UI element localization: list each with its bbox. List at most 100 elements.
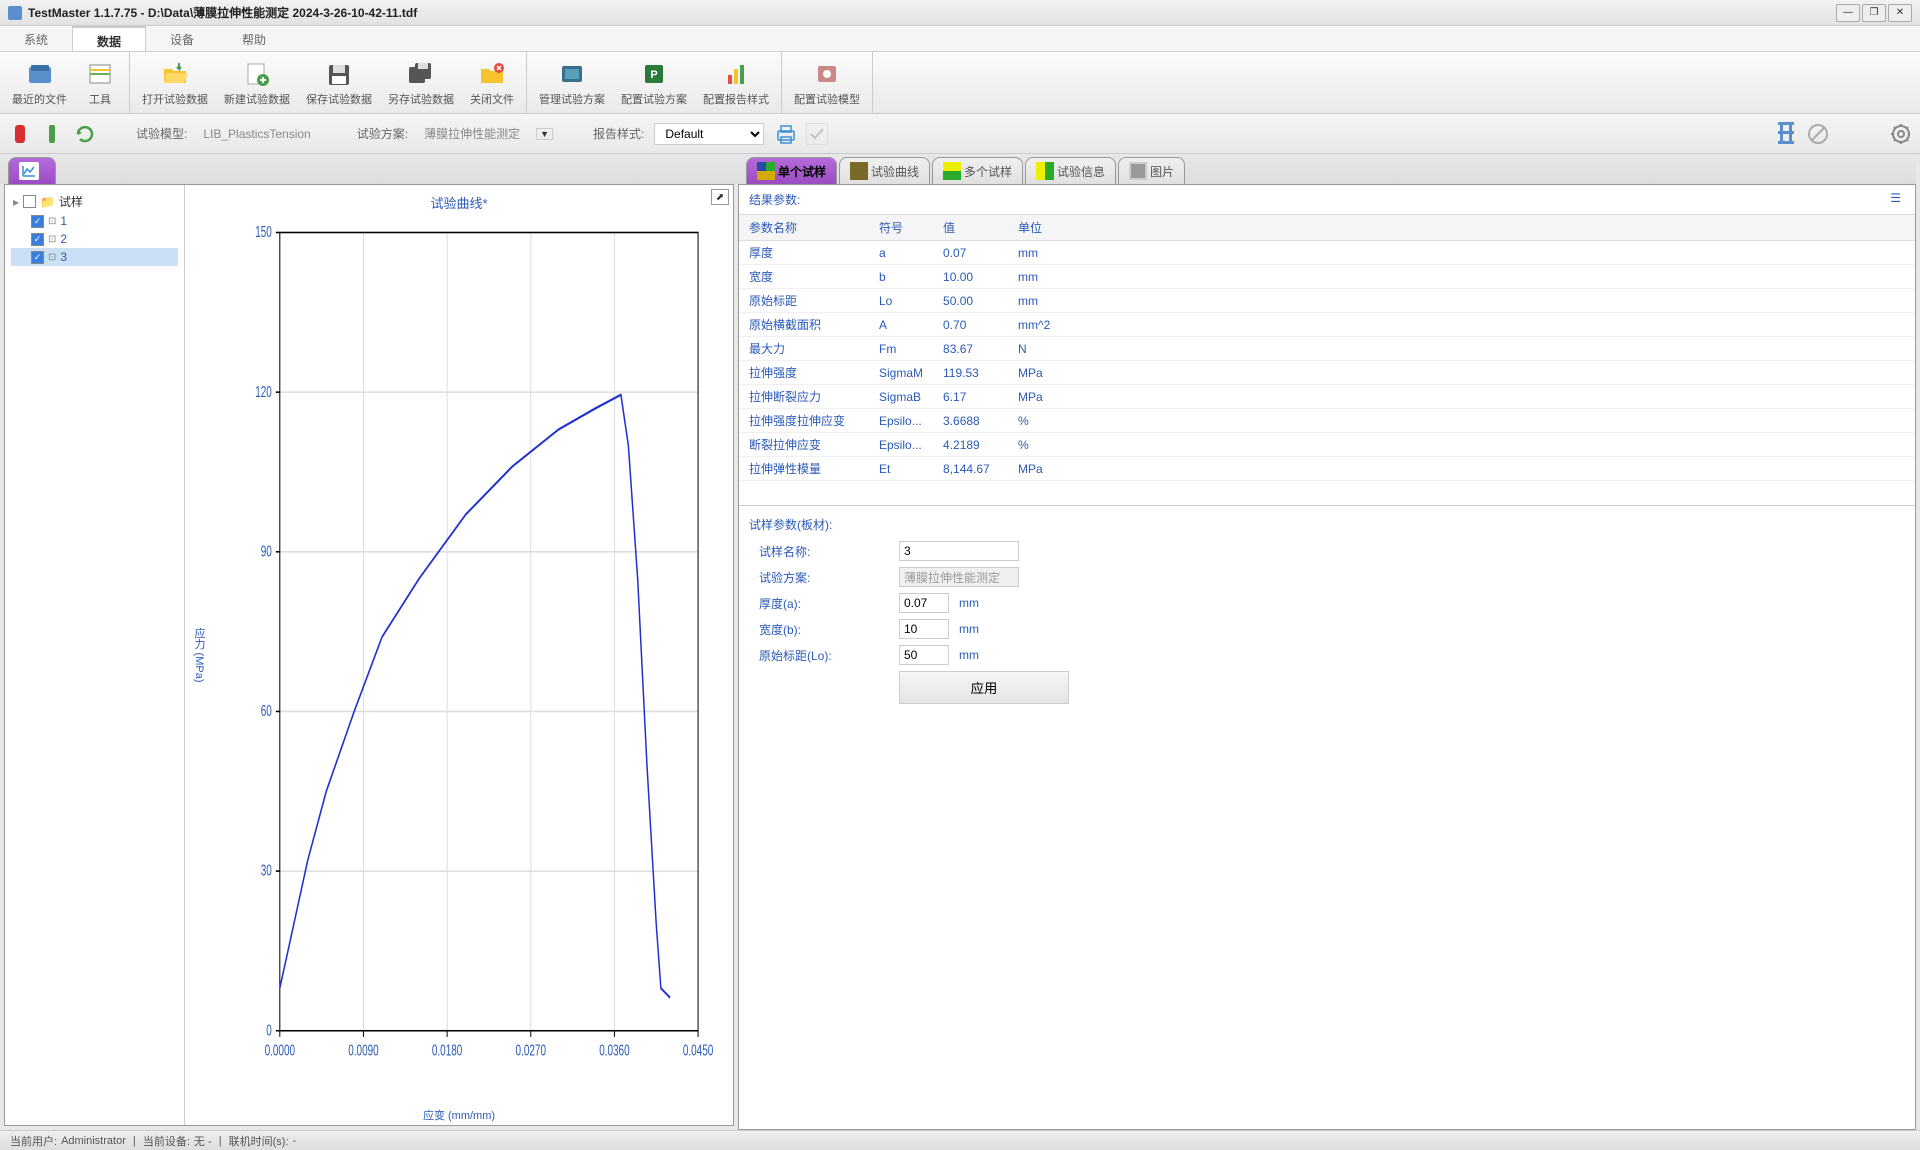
table-row[interactable]: 拉伸断裂应力SigmaB6.17MPa [739, 385, 1915, 409]
col-value[interactable]: 值 [933, 215, 1008, 241]
cell-symbol: SigmaM [869, 361, 933, 385]
settings-gear-icon[interactable] [1888, 123, 1910, 145]
table-row[interactable]: 厚度a0.07mm [739, 241, 1915, 265]
green-marker-icon[interactable] [42, 123, 64, 145]
table-row[interactable]: 最大力Fm83.67N [739, 337, 1915, 361]
cell-unit: N [1008, 337, 1915, 361]
gauge-input[interactable] [899, 645, 949, 665]
cell-symbol: SigmaB [869, 385, 933, 409]
tab-test-info[interactable]: 试验信息 [1025, 157, 1116, 184]
col-symbol[interactable]: 符号 [869, 215, 933, 241]
cell-name: 拉伸弹性模量 [739, 457, 869, 481]
apply-button[interactable]: 应用 [899, 671, 1069, 704]
x-axis-label: 应变 (mm/mm) [423, 1107, 495, 1123]
tree-item-2[interactable]: ✓ ⊡ 2 [11, 230, 178, 248]
save-data-button[interactable]: 保存试验数据 [298, 52, 380, 113]
table-row[interactable]: 宽度b10.00mm [739, 265, 1915, 289]
chart-area[interactable]: 0.00000.00900.01800.02700.03600.04500306… [235, 217, 713, 1085]
cell-name: 断裂拉伸应变 [739, 433, 869, 457]
col-name[interactable]: 参数名称 [739, 215, 869, 241]
open-data-button[interactable]: 打开试验数据 [134, 52, 216, 113]
item-checkbox-3[interactable]: ✓ [31, 251, 44, 264]
close-button[interactable]: ✕ [1888, 4, 1912, 22]
tab-image[interactable]: 图片 [1118, 157, 1185, 184]
col-unit[interactable]: 单位 [1008, 215, 1915, 241]
cell-name: 最大力 [739, 337, 869, 361]
width-unit: mm [959, 622, 979, 636]
right-tabstrip: 单个试样 试验曲线 多个试样 试验信息 图片 [738, 154, 1916, 184]
tab-multi-sample[interactable]: 多个试样 [932, 157, 1023, 184]
item-checkbox-1[interactable]: ✓ [31, 215, 44, 228]
chart-title: 试验曲线* [185, 185, 733, 220]
config-scheme-icon: P [639, 59, 669, 89]
status-user-label: 当前用户: [10, 1133, 57, 1149]
cell-value: 4.2189 [933, 433, 1008, 457]
width-input[interactable] [899, 619, 949, 639]
cell-unit: mm [1008, 265, 1915, 289]
menu-help[interactable]: 帮助 [218, 26, 290, 51]
close-file-button[interactable]: 关闭文件 [462, 52, 522, 113]
new-data-button[interactable]: 新建试验数据 [216, 52, 298, 113]
manage-scheme-button[interactable]: 管理试验方案 [531, 52, 613, 113]
results-menu-button[interactable]: ☰ [1886, 191, 1905, 208]
chart-tab[interactable] [8, 157, 56, 184]
report-label: 报告样式: [593, 125, 644, 142]
minimize-button[interactable]: — [1836, 4, 1860, 22]
recent-files-button[interactable]: 最近的文件 [4, 52, 75, 113]
folder-open-icon [160, 59, 190, 89]
table-row[interactable]: 原始横截面积A0.70mm^2 [739, 313, 1915, 337]
sample-name-input[interactable] [899, 541, 1019, 561]
sample-name-label: 试样名称: [749, 543, 889, 560]
root-checkbox[interactable] [23, 195, 36, 208]
disabled-icon[interactable] [1806, 123, 1828, 145]
tools-button[interactable]: 工具 [75, 52, 125, 113]
folder-close-icon [477, 59, 507, 89]
tree-item-3[interactable]: ✓ ⊡ 3 [11, 248, 178, 266]
report-select[interactable]: Default [654, 123, 764, 145]
red-marker-icon[interactable] [10, 123, 32, 145]
single-sample-icon [757, 162, 775, 180]
status-time-label: 联机时间(s): [229, 1133, 289, 1149]
window-title: TestMaster 1.1.7.75 - D:\Data\薄膜拉伸性能测定 2… [28, 4, 1836, 21]
status-time-value: - [293, 1135, 297, 1147]
maximize-button[interactable]: ❐ [1862, 4, 1886, 22]
chart-pane: 试验曲线* ⬈ 应力 (MPa) 应变 (mm/mm) 0.00000.0090… [185, 185, 733, 1125]
table-row[interactable]: 拉伸强度拉伸应变Epsilo...3.6688% [739, 409, 1915, 433]
tree-root[interactable]: ▸ 📁 试样 [11, 191, 178, 212]
gauge-unit: mm [959, 648, 979, 662]
tab-single-sample[interactable]: 单个试样 [746, 157, 837, 184]
cell-symbol: Epsilo... [869, 409, 933, 433]
saveas-data-button[interactable]: 另存试验数据 [380, 52, 462, 113]
tree-item-1[interactable]: ✓ ⊡ 1 [11, 212, 178, 230]
table-row[interactable]: 原始标距Lo50.00mm [739, 289, 1915, 313]
scheme-dropdown[interactable]: ▼ [536, 128, 553, 140]
menu-device[interactable]: 设备 [146, 26, 218, 51]
config-report-button[interactable]: 配置报告样式 [695, 52, 777, 113]
left-content: ▸ 📁 试样 ✓ ⊡ 1 ✓ ⊡ 2 ✓ ⊡ 3 [4, 184, 734, 1126]
scheme-value: 薄膜拉伸性能测定 [418, 123, 526, 144]
manage-scheme-icon [557, 59, 587, 89]
cell-unit: mm [1008, 289, 1915, 313]
item-checkbox-2[interactable]: ✓ [31, 233, 44, 246]
maximize-chart-button[interactable]: ⬈ [711, 189, 729, 205]
config-model-button[interactable]: 配置试验模型 [786, 52, 868, 113]
table-row[interactable]: 拉伸弹性模量Et8,144.67MPa [739, 457, 1915, 481]
svg-text:0.0360: 0.0360 [599, 1041, 629, 1059]
cell-unit: MPa [1008, 457, 1915, 481]
status-user-value: Administrator [61, 1135, 126, 1147]
check-icon[interactable] [806, 123, 828, 145]
scheme-label: 试验方案: [357, 125, 408, 142]
refresh-icon[interactable] [74, 123, 96, 145]
config-scheme-button[interactable]: P 配置试验方案 [613, 52, 695, 113]
machine-icon[interactable] [1774, 123, 1796, 145]
tab-test-curve[interactable]: 试验曲线 [839, 157, 930, 184]
table-row[interactable]: 拉伸强度SigmaM119.53MPa [739, 361, 1915, 385]
workspace: ▸ 📁 试样 ✓ ⊡ 1 ✓ ⊡ 2 ✓ ⊡ 3 [0, 154, 1920, 1130]
menu-system[interactable]: 系统 [0, 26, 72, 51]
print-icon[interactable] [774, 123, 796, 145]
right-content: 结果参数: ☰ 参数名称 符号 值 单位 厚度a0.07mm宽度b10.00mm… [738, 184, 1916, 1130]
thickness-input[interactable] [899, 593, 949, 613]
table-row[interactable]: 断裂拉伸应变Epsilo...4.2189% [739, 433, 1915, 457]
menu-data[interactable]: 数据 [72, 26, 146, 51]
svg-text:120: 120 [255, 383, 272, 401]
